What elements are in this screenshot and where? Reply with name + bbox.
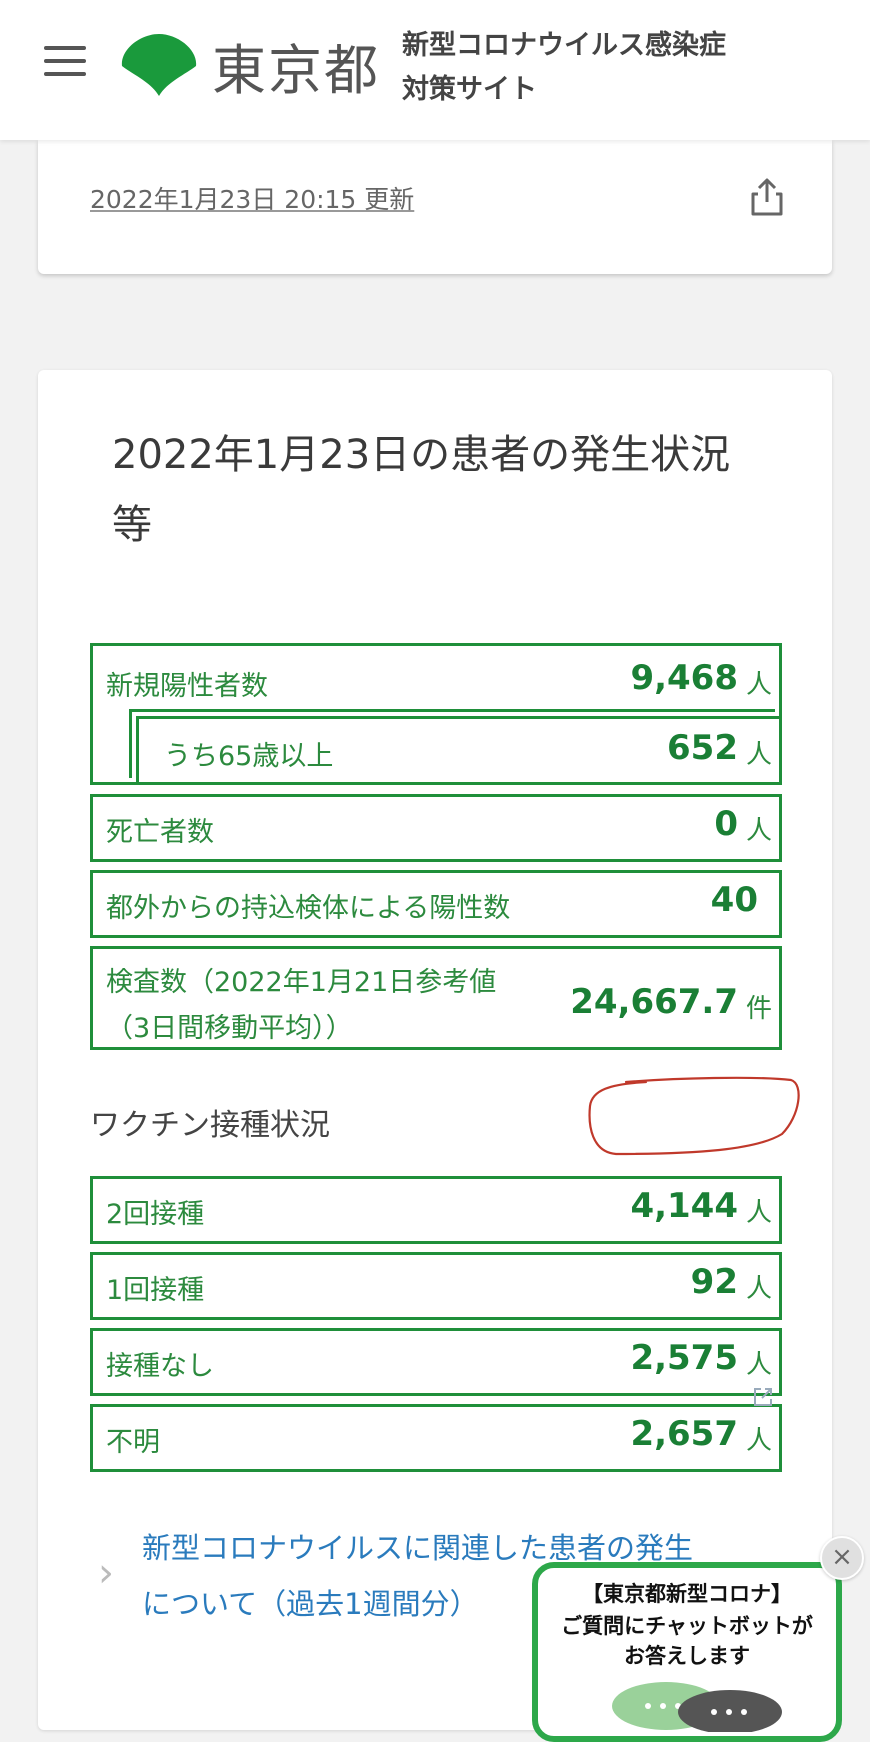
stat-deaths-label: 死亡者数 [106, 817, 214, 848]
last-updated-link[interactable]: 2022年1月23日 20:15 更新 [90, 180, 414, 216]
site-title[interactable]: 新型コロナウイルス感染症 対策サイト [402, 24, 726, 112]
chatbot-line2: ご質問にチャットボットが [561, 1614, 813, 1638]
site-title-line1: 新型コロナウイルス感染症 [402, 30, 726, 61]
red-circle-annotation [588, 1076, 800, 1156]
card-title: 2022年1月23日の患者の発生状況等 [112, 432, 731, 548]
vaccine-row-unit: 人 [746, 1198, 773, 1228]
stat-deaths-value: 0 [714, 804, 738, 844]
vaccine-row-label: 1回接種 [106, 1275, 205, 1306]
stat-new-positive-unit: 人 [746, 670, 773, 700]
external-link-icon[interactable] [752, 1386, 774, 1408]
stat-deaths-unit: 人 [746, 816, 773, 846]
site-header: 東京都 新型コロナウイルス感染症 対策サイト [0, 0, 870, 140]
stat-new-positive-label: 新規陽性者数 [106, 671, 268, 702]
vaccine-row-unit: 人 [746, 1350, 773, 1380]
stat-outside-positive-label: 都外からの持込検体による陽性数 [106, 893, 511, 924]
vaccine-heading: ワクチン接種状況 [90, 1108, 330, 1143]
vaccine-row-value: 2,657 [630, 1414, 738, 1454]
stat-outside-positive-value: 40 [710, 880, 758, 920]
vaccine-row-value: 2,575 [630, 1338, 738, 1378]
tokyo-logo-text[interactable]: 東京都 [212, 26, 380, 105]
site-title-line2: 対策サイト [402, 74, 537, 105]
vaccine-row-value: 92 [690, 1262, 738, 1302]
vaccine-row-value: 4,144 [630, 1186, 738, 1226]
stat-over65-label: うち65歳以上 [164, 741, 334, 772]
stat-tests-label-line2: （3日間移動平均）） [106, 1013, 353, 1044]
stat-over65-value: 652 [667, 728, 738, 768]
hamburger-menu-icon[interactable] [44, 46, 86, 76]
stat-tests-value: 24,667.7 [570, 982, 738, 1022]
share-icon[interactable] [748, 176, 786, 218]
vaccine-row-label: 2回接種 [106, 1199, 205, 1230]
vaccine-row-label: 不明 [106, 1427, 160, 1458]
stat-tests-label-line1: 検査数（2022年1月21日参考値 [106, 967, 497, 998]
chevron-right-icon: › [98, 1550, 114, 1596]
vaccine-row-unit: 人 [746, 1426, 773, 1456]
patient-status-card: 2022年1月23日の患者の発生状況等 新規陽性者数 9,468 人 うち65歳… [38, 370, 832, 1730]
chatbot-line1: 【東京都新型コロナ】 [582, 1582, 792, 1606]
chatbot-close-button[interactable]: × [820, 1536, 864, 1580]
tokyo-logo-icon[interactable] [118, 30, 200, 100]
stat-tests-unit: 件 [746, 994, 773, 1024]
update-card: 2022年1月23日 20:15 更新 [38, 140, 832, 274]
chatbot-widget[interactable]: 【東京都新型コロナ】 ご質問にチャットボットが お答えします [532, 1562, 842, 1742]
stat-over65-unit: 人 [746, 740, 773, 770]
vaccine-row-label: 接種なし [106, 1351, 214, 1382]
chat-bubbles-icon [612, 1682, 782, 1732]
chatbot-line3: お答えします [624, 1644, 750, 1668]
stat-new-positive-value: 9,468 [630, 658, 738, 698]
vaccine-row-unit: 人 [746, 1274, 773, 1304]
